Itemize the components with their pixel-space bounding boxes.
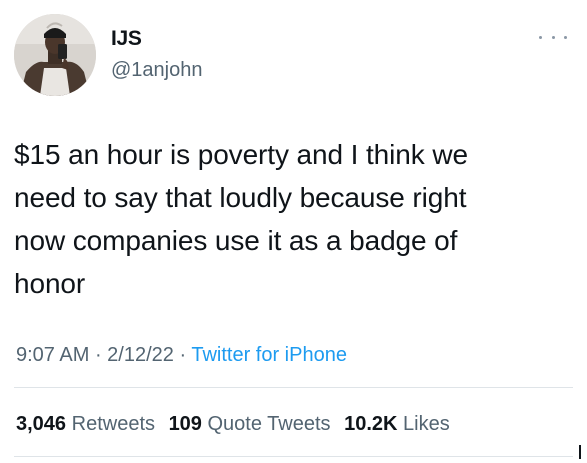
likes-label: Likes <box>403 413 450 435</box>
quote-tweets-count: 109 <box>168 413 202 435</box>
tweet-text-line: now companies use it as a badge of <box>14 225 458 256</box>
tweet-card: IJS @1anjohn $15 an hour is poverty and … <box>0 0 587 463</box>
tweet-text-line: $15 an hour is poverty and I think we <box>14 139 468 170</box>
divider <box>14 387 573 388</box>
dot <box>539 35 542 39</box>
tweet-stats: 3,046 Retweets 109 Quote Tweets 10.2K Li… <box>16 412 458 436</box>
tweet-text: $15 an hour is poverty and I think we ne… <box>14 133 574 305</box>
user-handle[interactable]: @1anjohn <box>111 58 202 82</box>
tweet-source-link[interactable]: Twitter for iPhone <box>191 344 347 366</box>
tweet-time[interactable]: 9:07 AM <box>16 344 89 366</box>
dot <box>564 35 567 39</box>
divider <box>14 456 573 457</box>
display-name[interactable]: IJS <box>111 27 142 51</box>
quote-tweets-label: Quote Tweets <box>207 413 331 435</box>
tweet-text-line: need to say that loudly because right <box>14 182 467 213</box>
tweet-text-line: honor <box>14 268 86 299</box>
likes-count: 10.2K <box>344 413 398 435</box>
edge-mark <box>579 445 581 459</box>
avatar-photo <box>14 14 96 96</box>
meta-separator: · <box>173 344 192 366</box>
tweet-meta: 9:07 AM · 2/12/22 · Twitter for iPhone <box>16 343 347 367</box>
quote-tweets-stat[interactable]: 109 Quote Tweets <box>169 413 331 435</box>
likes-stat[interactable]: 10.2K Likes <box>344 413 450 435</box>
more-options-icon[interactable] <box>539 32 567 42</box>
retweets-label: Retweets <box>71 413 155 435</box>
meta-separator: · <box>89 344 108 366</box>
retweets-count: 3,046 <box>16 413 67 435</box>
avatar[interactable] <box>14 14 96 96</box>
tweet-date[interactable]: 2/12/22 <box>107 344 174 366</box>
retweets-stat[interactable]: 3,046 Retweets <box>16 413 155 435</box>
dot <box>551 35 555 39</box>
